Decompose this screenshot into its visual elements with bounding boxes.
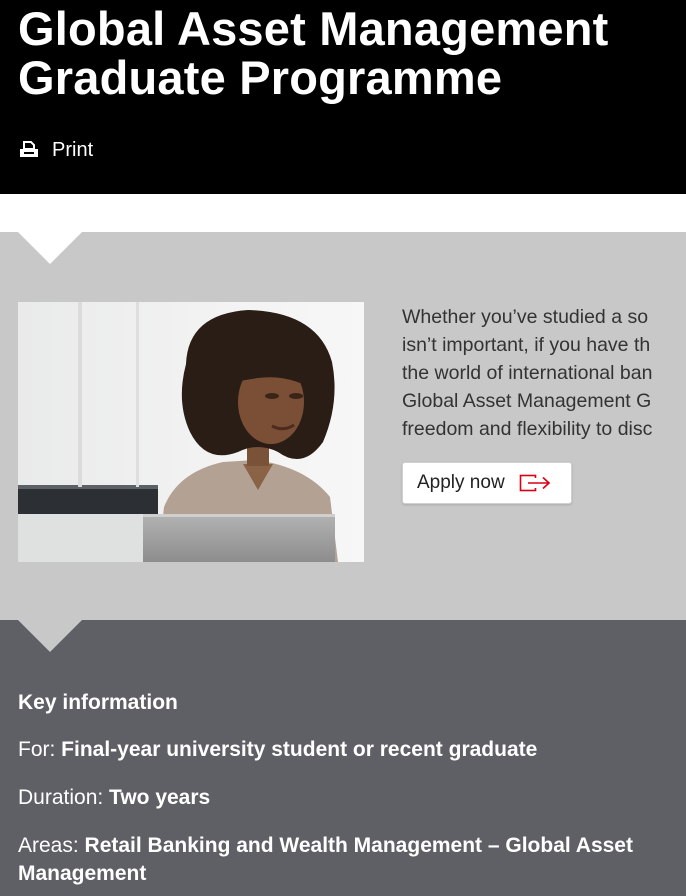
duration-value: Two years — [109, 786, 211, 809]
key-info-for: For: Final-year university student or re… — [18, 736, 678, 764]
intro-line: the world of international ban — [402, 362, 653, 384]
print-button[interactable]: Print — [18, 136, 93, 164]
graduate-photo — [18, 302, 364, 562]
intro-section: Whether you’ve studied a so isn’t import… — [0, 232, 686, 620]
intro-line: isn’t important, if you have th — [402, 334, 651, 356]
section-notch — [18, 620, 82, 652]
for-value: Final-year university student or recent … — [61, 738, 538, 761]
intro-line: Whether you’ve studied a so — [402, 306, 649, 328]
intro-line: freedom and flexibility to disc — [402, 418, 653, 440]
key-information-section: Key information For: Final-year universi… — [0, 620, 686, 896]
key-info-duration: Duration: Two years — [18, 784, 678, 812]
intro-paragraph: Whether you’ve studied a so isn’t import… — [402, 303, 686, 453]
external-link-icon — [519, 474, 553, 492]
key-information-heading: Key information — [18, 691, 178, 714]
areas-value: Retail Banking and Wealth Management – G… — [18, 834, 633, 885]
page-title: Global Asset Management Graduate Program… — [18, 4, 609, 102]
page-header: Global Asset Management Graduate Program… — [0, 0, 686, 194]
print-label: Print — [52, 138, 94, 161]
section-notch — [18, 232, 82, 264]
apply-now-button[interactable]: Apply now — [402, 462, 572, 504]
for-label: For: — [18, 738, 62, 761]
page-title-line-1: Global Asset Management — [18, 2, 609, 55]
duration-label: Duration: — [18, 786, 110, 809]
apply-now-label: Apply now — [417, 472, 505, 493]
key-info-areas: Areas: Retail Banking and Wealth Managem… — [18, 832, 678, 888]
areas-label: Areas: — [18, 834, 85, 857]
intro-line: Global Asset Management G — [402, 390, 652, 412]
page-title-line-2: Graduate Programme — [18, 51, 503, 104]
printer-icon — [18, 139, 40, 161]
